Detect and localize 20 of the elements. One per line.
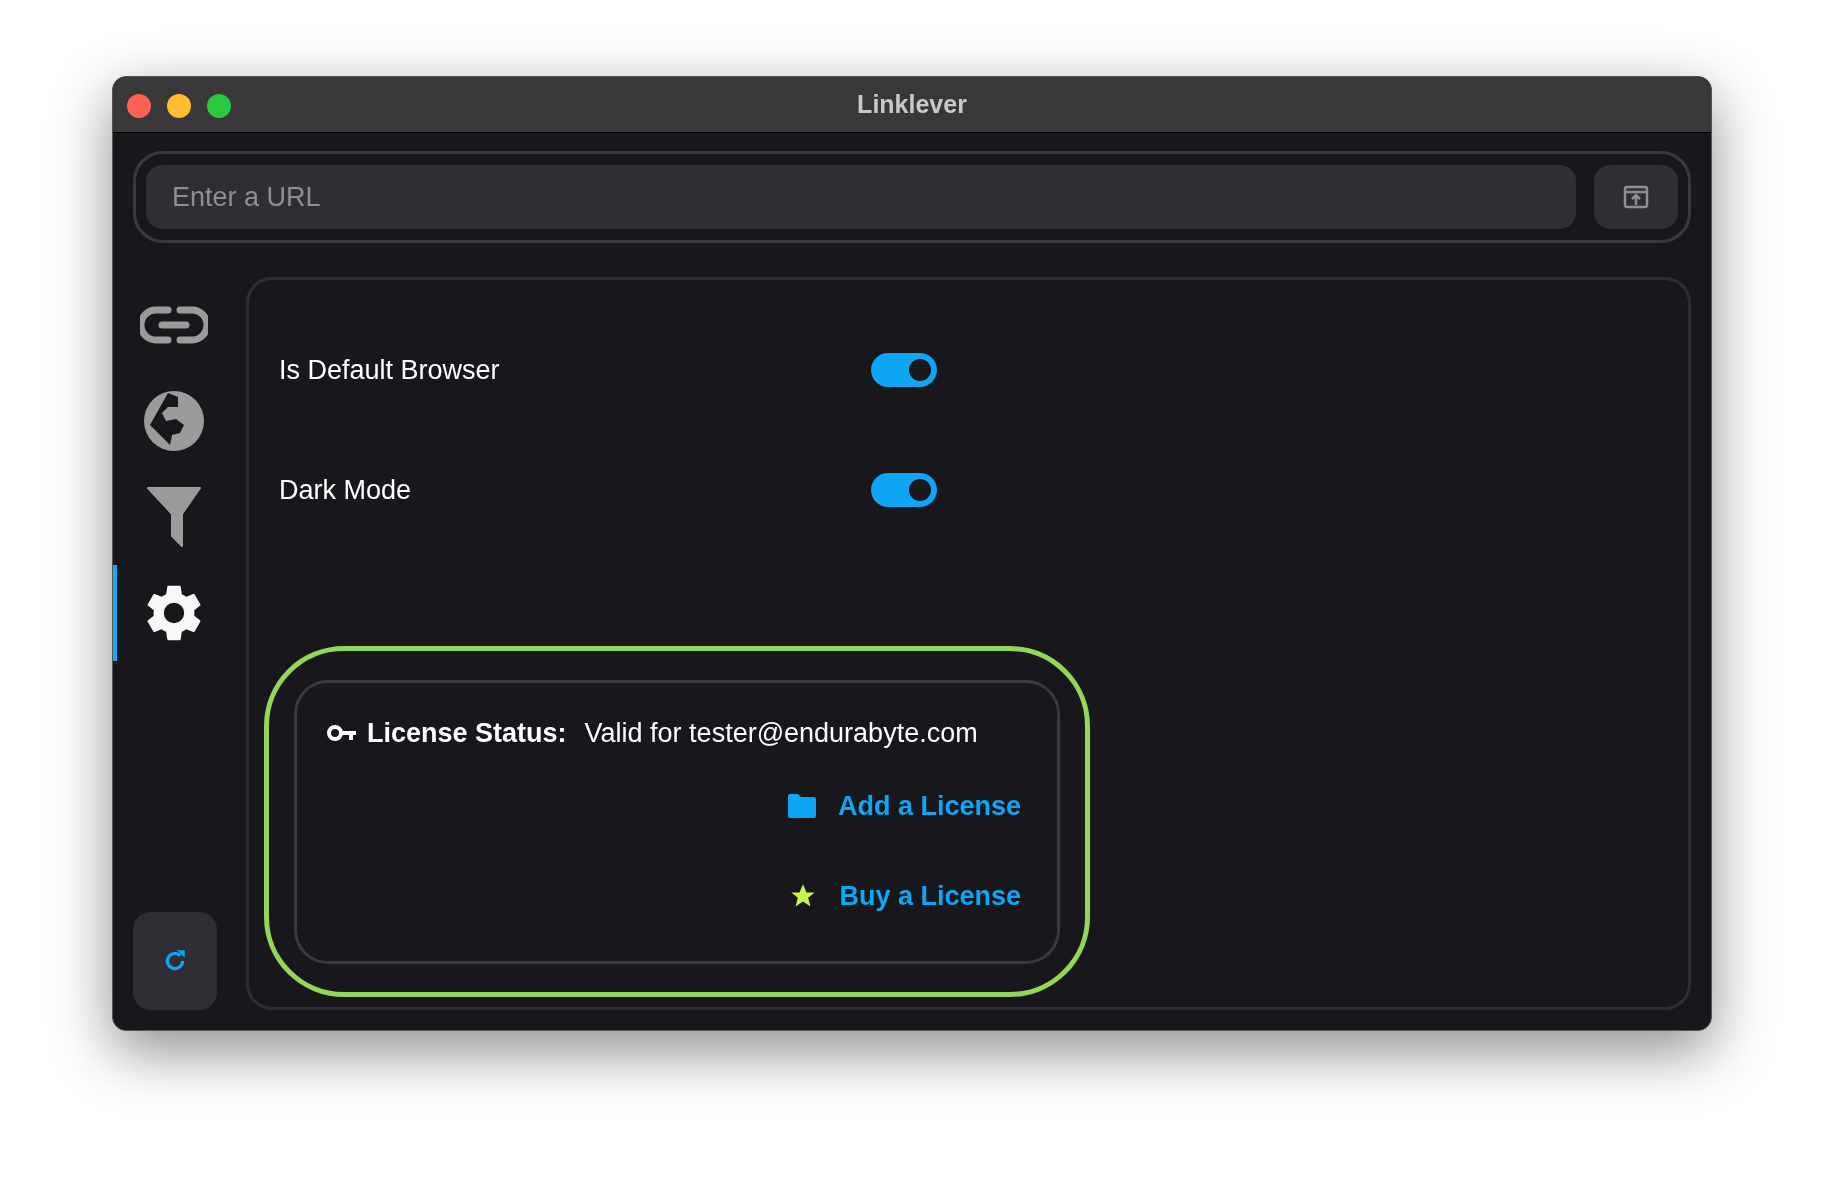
refresh-button[interactable] (133, 912, 217, 1010)
close-button[interactable] (127, 94, 151, 118)
link-icon (140, 305, 208, 345)
toggle-switch[interactable] (871, 353, 937, 387)
window-title: Linklever (857, 88, 967, 120)
url-field[interactable]: Enter a URL (146, 165, 1576, 229)
license-status-label: License Status: (367, 716, 567, 750)
funnel-icon (146, 486, 202, 548)
key-icon (327, 724, 357, 741)
setting-label: Dark Mode (279, 473, 413, 507)
setting-label: Is Default Browser (279, 353, 501, 387)
minimize-button[interactable] (167, 94, 191, 118)
open-button[interactable] (1594, 165, 1678, 229)
license-link[interactable]: Add a License (837, 785, 1021, 827)
folder-icon (787, 794, 816, 818)
open-in-window-icon (1623, 185, 1649, 209)
license-status-value: Valid for tester@endurabyte.com (584, 716, 978, 750)
license-link[interactable]: Buy a License (839, 875, 1021, 917)
toggle-switch[interactable] (871, 473, 937, 507)
zoom-button[interactable] (207, 94, 231, 118)
